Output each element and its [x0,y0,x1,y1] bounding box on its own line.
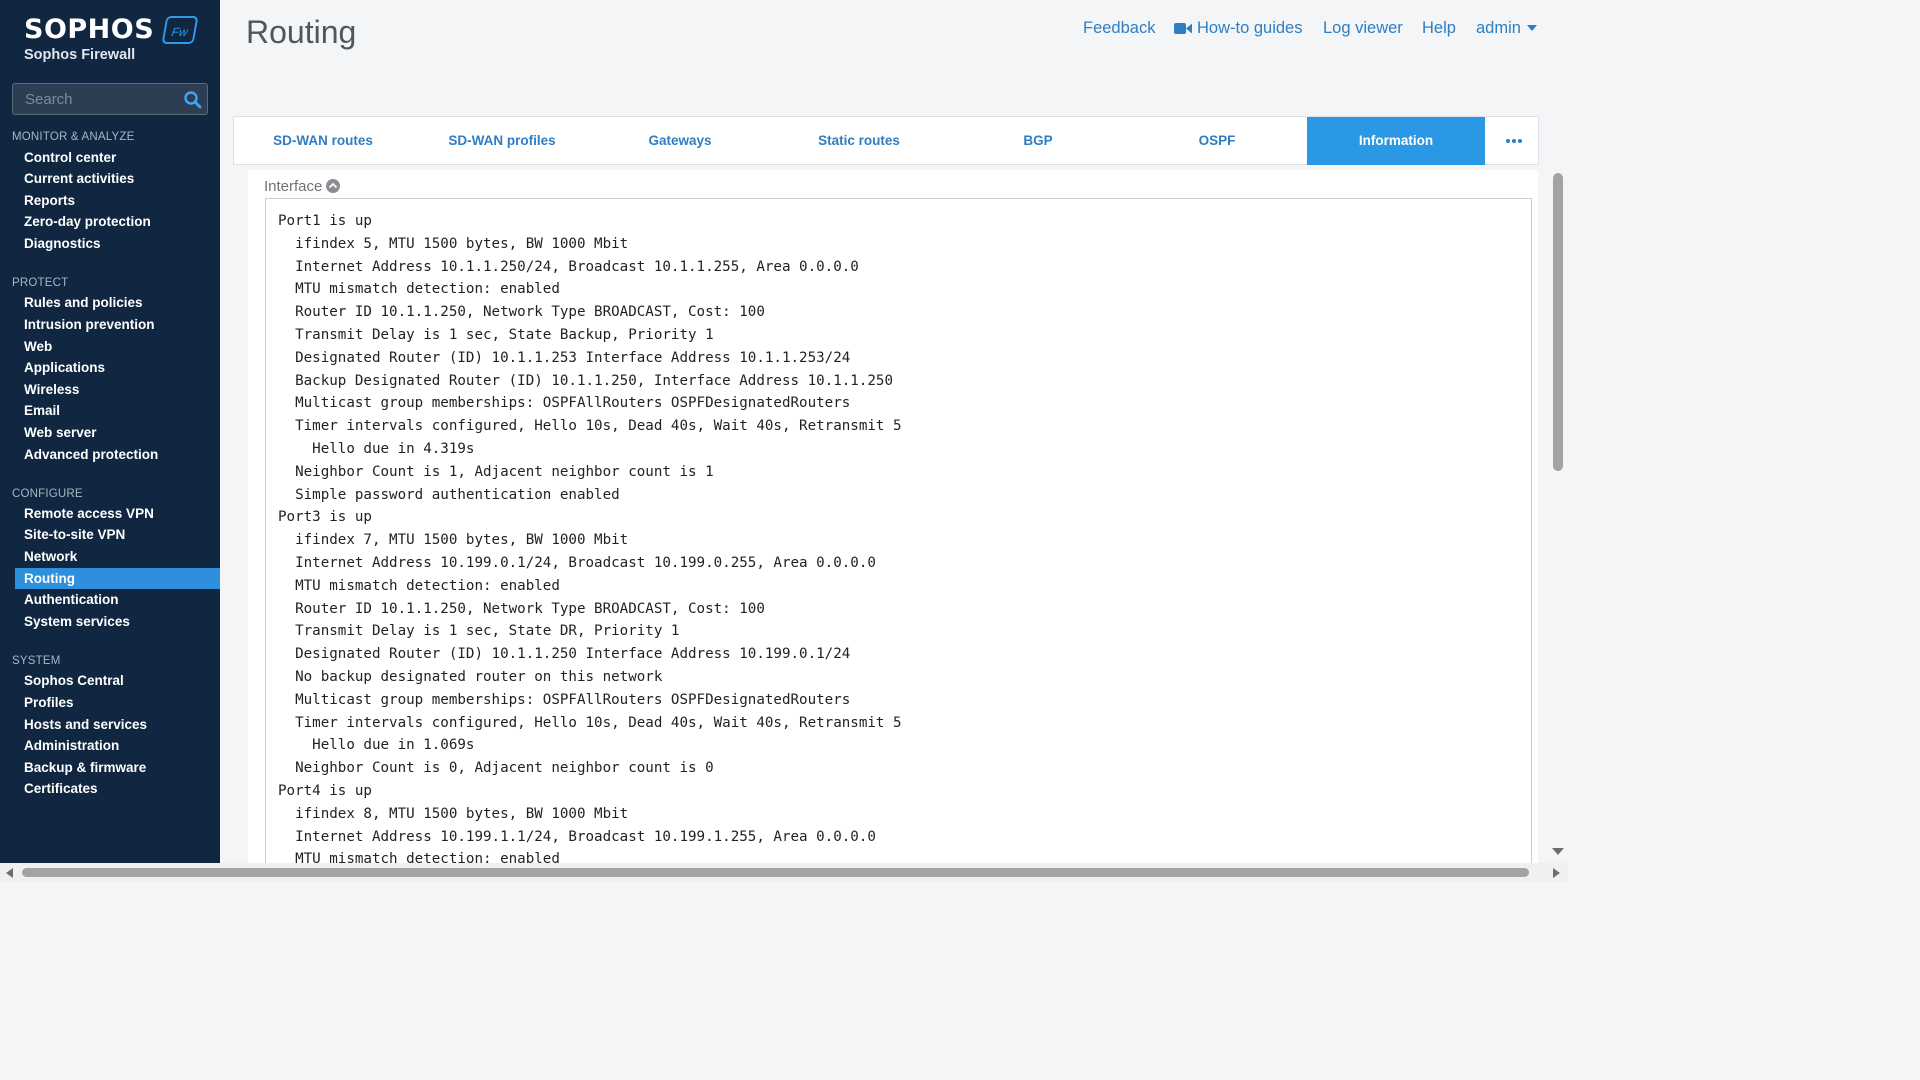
help-link[interactable]: Help [1422,19,1456,38]
sidebar-item-site-to-site-vpn[interactable]: Site-to-site VPN [15,524,220,545]
admin-label: admin [1476,19,1521,37]
tab-bgp[interactable]: BGP [949,117,1127,165]
sidebar-item-zero-day-protection[interactable]: Zero-day protection [15,211,220,232]
logo-text: SOPHOS [24,14,155,45]
video-camera-icon [1174,23,1192,34]
tab-ospf[interactable]: OSPF [1128,117,1306,165]
horizontal-scroll-thumb[interactable] [22,868,1529,877]
admin-menu[interactable]: admin [1476,19,1537,38]
section-header-interface[interactable]: Interface [264,178,341,195]
tab-sd-wan-routes[interactable]: SD-WAN routes [234,117,412,165]
sidebar-item-control-center[interactable]: Control center [15,147,220,168]
tab-static-routes[interactable]: Static routes [770,117,948,165]
chevron-down-icon [1526,25,1537,31]
nav-section-label: SYSTEM [12,655,61,667]
sidebar-item-remote-access-vpn[interactable]: Remote access VPN [15,503,220,524]
tab-gateways[interactable]: Gateways [591,117,769,165]
search-box [12,83,208,115]
tab-sd-wan-profiles[interactable]: SD-WAN profiles [413,117,591,165]
tab-information[interactable]: Information [1307,117,1485,165]
sidebar-item-sophos-central[interactable]: Sophos Central [15,670,220,691]
sidebar-item-reports[interactable]: Reports [15,190,220,211]
sidebar-item-advanced-protection[interactable]: Advanced protection [15,444,220,465]
sidebar-item-backup-firmware[interactable]: Backup & firmware [15,757,220,778]
sidebar: SOPHOS Sophos Firewall Fw MONITOR & ANAL… [0,0,220,863]
how-to-guides-label: How-to guides [1197,19,1303,37]
log-viewer-link[interactable]: Log viewer [1323,19,1403,38]
sidebar-item-diagnostics[interactable]: Diagnostics [15,233,220,254]
interface-output-text: Port1 is up ifindex 5, MTU 1500 bytes, B… [278,213,902,868]
sidebar-item-network[interactable]: Network [15,546,220,567]
nav-section-label: CONFIGURE [12,488,83,500]
section-title: Interface [264,178,323,195]
how-to-guides-link[interactable]: How-to guides [1174,19,1302,38]
page-title: Routing [246,14,357,50]
sidebar-item-intrusion-prevention[interactable]: Intrusion prevention [15,314,220,335]
vertical-scroll-thumb[interactable] [1553,173,1563,471]
scroll-right-arrow-icon[interactable] [1553,868,1561,878]
product-name: Sophos Firewall [24,47,136,63]
sidebar-item-web-server[interactable]: Web server [15,422,220,443]
sophos-logo[interactable]: SOPHOS Sophos Firewall [24,14,154,63]
sidebar-item-rules-and-policies[interactable]: Rules and policies [15,292,220,313]
search-input[interactable] [13,84,178,114]
feedback-link[interactable]: Feedback [1083,19,1155,38]
sidebar-item-hosts-and-services[interactable]: Hosts and services [15,714,220,735]
nav-section-label: MONITOR & ANALYZE [12,131,135,143]
sidebar-item-profiles[interactable]: Profiles [15,692,220,713]
sidebar-item-applications[interactable]: Applications [15,357,220,378]
tab-bar: SD-WAN routes SD-WAN profiles Gateways Stat… [233,116,1539,165]
more-tabs-icon[interactable] [1487,117,1539,165]
sidebar-item-authentication[interactable]: Authentication [15,589,220,610]
fw-badge-icon: Fw [161,16,199,44]
sidebar-item-wireless[interactable]: Wireless [15,379,220,400]
sidebar-item-administration[interactable]: Administration [15,735,220,756]
horizontal-scrollbar[interactable] [0,863,1568,882]
collapse-icon[interactable] [326,179,341,193]
content-panel: Interface Port1 is up ifindex 5, MTU 150… [248,170,1538,878]
interface-output-box: Port1 is up ifindex 5, MTU 1500 bytes, B… [265,198,1532,878]
sidebar-item-email[interactable]: Email [15,400,220,421]
sidebar-item-certificates[interactable]: Certificates [15,778,220,799]
vertical-scrollbar[interactable] [1548,165,1568,865]
sidebar-item-system-services[interactable]: System services [15,611,220,632]
nav-section-label: PROTECT [12,277,69,289]
scroll-left-arrow-icon[interactable] [5,868,13,878]
scroll-down-arrow-icon[interactable] [1552,848,1564,856]
sidebar-item-routing[interactable]: Routing [15,568,220,589]
sidebar-item-current-activities[interactable]: Current activities [15,168,220,189]
search-icon[interactable] [183,90,203,110]
sidebar-item-web[interactable]: Web [15,336,220,357]
